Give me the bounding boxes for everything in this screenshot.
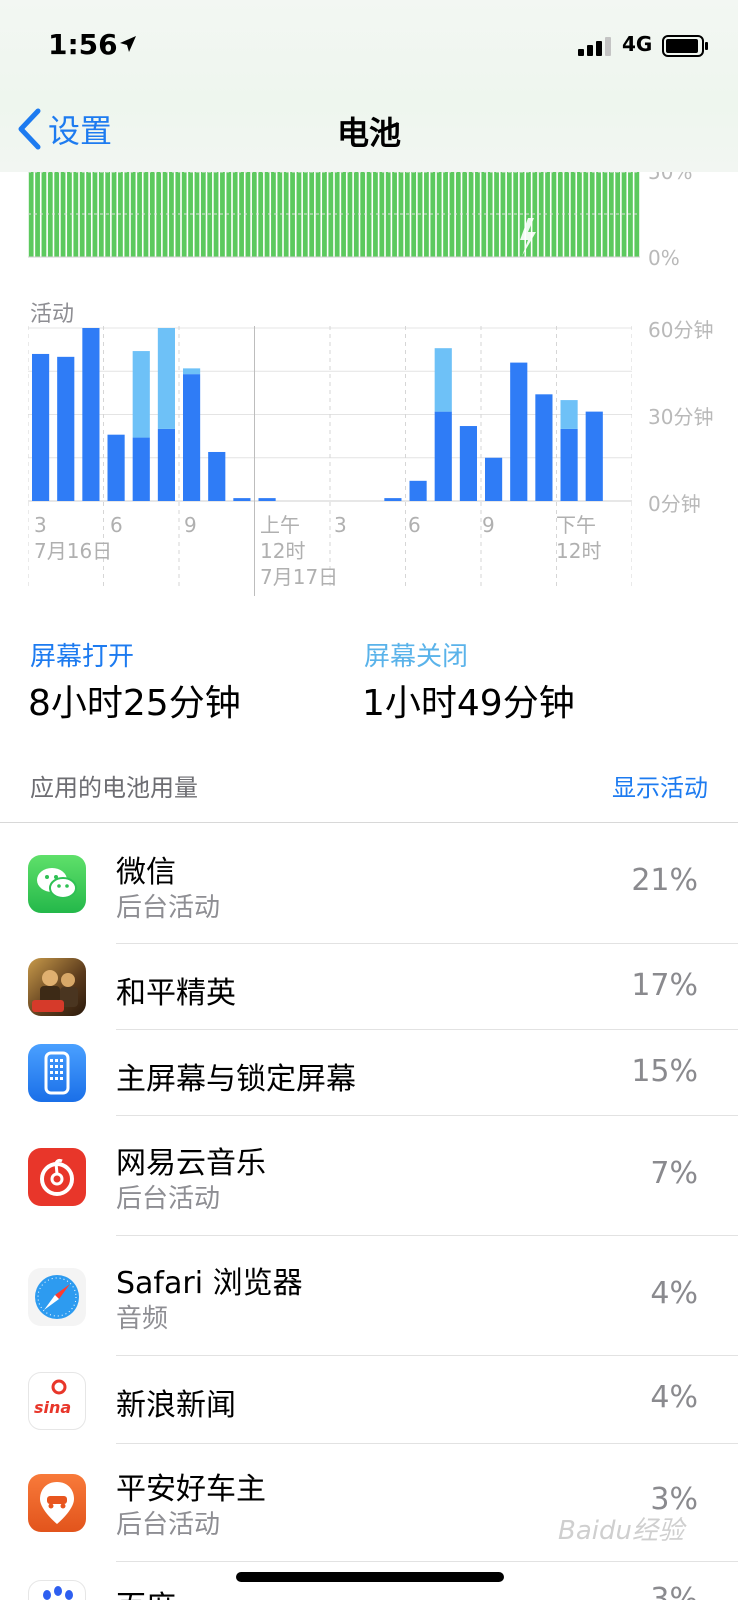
location-arrow-icon	[120, 36, 136, 52]
activity-label: 活动	[30, 302, 75, 327]
bar-screen-on	[560, 428, 578, 501]
app-name: 网易云音乐	[116, 1146, 266, 1181]
activity-tick-60: 60分钟	[648, 318, 714, 342]
bar-screen-on	[510, 362, 528, 501]
screen-off-label: 屏幕关闭	[364, 642, 469, 672]
bar-screen-off	[434, 348, 452, 412]
app-percentage: 4%	[650, 1276, 698, 1311]
sina-news-icon: sina	[28, 1372, 86, 1430]
pingan-car-icon	[28, 1474, 86, 1532]
app-name: Safari 浏览器	[116, 1266, 303, 1301]
level-tick-0: 0%	[648, 246, 680, 270]
list-item-peacekeeper-elite[interactable]: 和平精英 17%	[0, 944, 738, 1030]
usage-header: 应用的电池用量	[30, 774, 198, 802]
bar-screen-on	[485, 457, 503, 501]
bar-screen-on	[107, 434, 125, 501]
app-subtitle: 后台活动	[116, 893, 221, 923]
app-subtitle: 后台活动	[116, 1510, 221, 1540]
app-name: 新浪新闻	[116, 1388, 236, 1423]
activity-tick-0: 0分钟	[648, 492, 701, 516]
netease-music-icon	[28, 1148, 86, 1206]
list-item-home-lock-screen[interactable]: 主屏幕与锁定屏幕 15%	[0, 1030, 738, 1116]
list-item-netease-music[interactable]: 网易云音乐 后台活动 7%	[0, 1116, 738, 1236]
screen-on-value: 8小时25分钟	[28, 683, 241, 724]
list-item-wechat[interactable]: 微信 后台活动 21%	[0, 823, 738, 944]
app-percentage: 15%	[631, 1054, 698, 1089]
show-activity-button[interactable]: 显示活动	[612, 768, 708, 803]
screen-off-value: 1小时49分钟	[362, 683, 575, 724]
bar-screen-on	[384, 498, 402, 501]
bar-screen-on	[535, 394, 553, 501]
bar-screen-on	[132, 437, 150, 501]
bar-screen-on	[32, 353, 50, 501]
network-type: 4G	[622, 32, 653, 56]
app-percentage: 17%	[631, 968, 698, 1003]
bar-screen-on	[208, 451, 226, 501]
status-time: 1:56	[48, 28, 118, 61]
home-indicator[interactable]	[236, 1572, 504, 1582]
home-lock-screen-icon	[28, 1044, 86, 1102]
app-name: 平安好车主	[116, 1472, 266, 1507]
app-percentage: 7%	[650, 1156, 698, 1191]
bar-screen-off	[157, 328, 175, 429]
app-percentage: 4%	[650, 1380, 698, 1415]
page-title: 电池	[336, 114, 401, 152]
x-label-9: 9	[184, 513, 197, 537]
x-label-noon-pm: 下午 12时	[556, 513, 602, 563]
bar-screen-on	[258, 498, 276, 501]
app-name: 和平精英	[116, 976, 236, 1011]
bar-screen-on	[409, 480, 427, 501]
x-label-3: 3 7月16日	[34, 513, 113, 563]
app-name: 主屏幕与锁定屏幕	[116, 1062, 356, 1097]
bar-screen-on	[57, 356, 75, 501]
app-percentage: 3%	[650, 1582, 698, 1600]
bar-screen-on	[585, 411, 603, 501]
bar-screen-off	[132, 351, 150, 438]
top-bar: 1:56 4G 设置 电池	[0, 0, 738, 172]
baidu-icon	[28, 1580, 86, 1600]
cellular-signal-icon	[578, 37, 611, 56]
battery-icon	[662, 35, 708, 57]
bar-screen-on	[183, 374, 201, 501]
activity-tick-30: 30分钟	[648, 405, 714, 429]
wechat-icon	[28, 855, 86, 913]
bar-screen-off	[560, 400, 578, 429]
app-name: 百度	[116, 1582, 176, 1600]
app-percentage: 21%	[631, 863, 698, 898]
bar-screen-on	[459, 426, 477, 501]
list-item-safari[interactable]: Safari 浏览器 音频 4%	[0, 1236, 738, 1356]
x-label-3b: 3	[334, 513, 347, 537]
peacekeeper-elite-icon	[28, 958, 86, 1016]
bar-screen-on	[434, 411, 452, 501]
app-subtitle: 后台活动	[116, 1184, 221, 1214]
app-subtitle: 音频	[116, 1304, 169, 1334]
safari-icon	[28, 1268, 86, 1326]
x-label-6b: 6	[408, 513, 421, 537]
x-label-6: 6	[110, 513, 123, 537]
x-label-noon-am: 上午 12时 7月17日	[260, 513, 339, 589]
bar-screen-on	[233, 498, 251, 501]
bar-screen-off	[183, 368, 201, 375]
bar-screen-on	[82, 328, 100, 501]
screen-on-label: 屏幕打开	[30, 642, 135, 672]
app-name: 微信	[116, 855, 176, 890]
x-label-9b: 9	[482, 513, 495, 537]
watermark: Baidu经验	[558, 1516, 684, 1546]
bar-screen-on	[157, 428, 175, 501]
list-item-sina-news[interactable]: sina 新浪新闻 4%	[0, 1356, 738, 1444]
battery-level-bar	[194, 158, 200, 257]
svg-text:sina: sina	[34, 1398, 71, 1417]
